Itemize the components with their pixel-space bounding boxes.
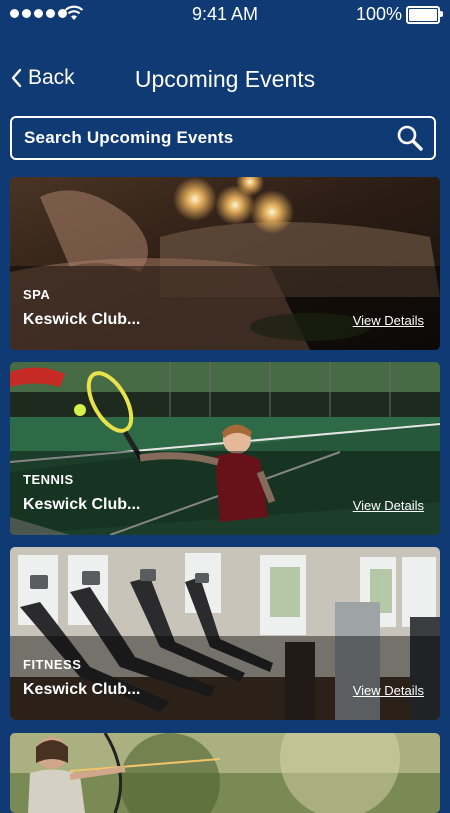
event-name: Keswick Club...	[23, 496, 141, 513]
card-overlay	[10, 266, 440, 350]
view-details-link[interactable]: View Details	[353, 498, 424, 513]
archery-photo	[10, 733, 440, 813]
view-details-link[interactable]: View Details	[353, 313, 424, 328]
battery-percentage: 100%	[355, 4, 402, 24]
event-category: TENNIS	[23, 472, 74, 487]
event-category: FITNESS	[23, 657, 82, 672]
page-title-text: Upcoming Events	[134, 66, 316, 92]
view-details-link[interactable]: View Details	[353, 683, 424, 698]
event-card-tennis[interactable]: TENNIS Keswick Club... View Details	[10, 362, 440, 535]
event-card-spa[interactable]: SPA Keswick Club... View Details	[10, 177, 440, 350]
search-icon[interactable]	[396, 124, 424, 152]
search-input[interactable]: Search Upcoming Events	[10, 116, 436, 160]
event-name: Keswick Club...	[23, 681, 141, 698]
event-name: Keswick Club...	[23, 311, 141, 328]
event-category: SPA	[23, 287, 51, 302]
page-title: Upcoming Events	[0, 66, 450, 93]
battery-icon	[406, 6, 443, 24]
status-bar: 9:41 AM 100%	[0, 0, 450, 28]
event-card-archery[interactable]	[10, 733, 440, 813]
card-overlay	[10, 451, 440, 535]
event-card-fitness[interactable]: FITNESS Keswick Club... View Details	[10, 547, 440, 720]
card-overlay	[10, 636, 440, 720]
search-placeholder: Search Upcoming Events	[24, 128, 234, 147]
